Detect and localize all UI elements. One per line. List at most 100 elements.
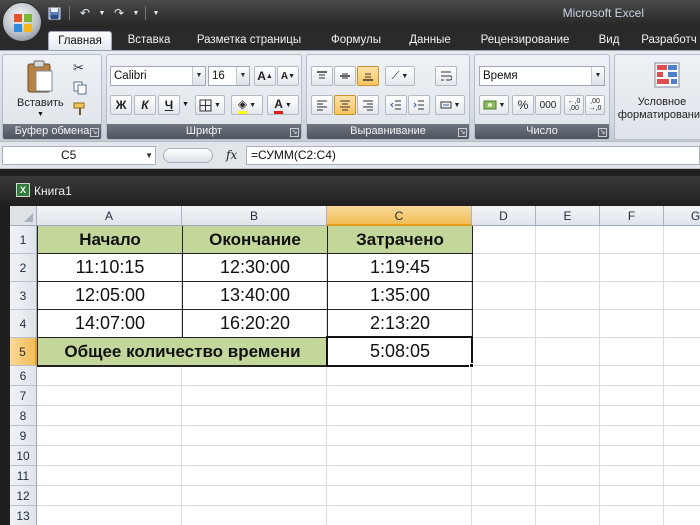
undo-icon[interactable]: ↶ — [75, 4, 95, 22]
tab-developer[interactable]: Разработч — [638, 31, 700, 50]
percent-button[interactable]: % — [512, 95, 534, 115]
chevron-down-icon[interactable]: ▼ — [98, 4, 106, 22]
office-button[interactable] — [2, 2, 42, 42]
row-header-7[interactable]: 7 — [10, 386, 37, 406]
font-size-select[interactable]: 16 ▼ — [208, 66, 250, 86]
fill-handle[interactable] — [469, 363, 474, 368]
tab-home[interactable]: Главная — [48, 31, 112, 50]
row-header-12[interactable]: 12 — [10, 486, 37, 506]
align-top-button[interactable] — [311, 66, 333, 86]
table-cell[interactable]: 2:13:20 — [328, 310, 473, 338]
total-label-cell[interactable]: Общее количество времени — [38, 338, 328, 366]
save-icon[interactable] — [44, 4, 64, 22]
total-value-cell[interactable]: 5:08:05 — [328, 338, 473, 366]
row-header-5[interactable]: 5 — [10, 338, 37, 366]
merge-center-button[interactable]: ▼ — [435, 95, 465, 115]
row-header-6[interactable]: 6 — [10, 366, 37, 386]
row-header-2[interactable]: 2 — [10, 254, 37, 282]
table-header-cell[interactable]: Затрачено — [328, 226, 473, 254]
chevron-down-icon[interactable]: ▼ — [192, 67, 205, 85]
paste-button-label[interactable]: Вставить — [17, 97, 64, 109]
insert-function-icon[interactable]: fx — [226, 148, 237, 162]
align-bottom-button[interactable] — [357, 66, 379, 86]
align-center-button[interactable] — [334, 95, 356, 115]
dialog-launcher-icon[interactable]: ↘ — [458, 128, 467, 137]
cut-icon[interactable]: ✂ — [73, 60, 84, 76]
column-header-a[interactable]: A — [37, 206, 182, 226]
customize-toolbar-icon[interactable]: ▼ — [151, 4, 161, 22]
align-left-button[interactable] — [311, 95, 333, 115]
row-header-3[interactable]: 3 — [10, 282, 37, 310]
dialog-launcher-icon[interactable]: ↘ — [90, 128, 99, 137]
decrease-decimal-button[interactable]: ,00 →,0 — [585, 95, 605, 115]
column-header-f[interactable]: F — [600, 206, 664, 226]
number-format-select[interactable]: Время ▼ — [479, 66, 605, 86]
column-header-e[interactable]: E — [536, 206, 600, 226]
table-cell[interactable]: 12:05:00 — [38, 282, 183, 310]
tab-review[interactable]: Рецензирование — [468, 31, 582, 50]
shrink-font-button[interactable]: A ▼ — [277, 66, 299, 86]
redo-icon[interactable]: ↷ — [109, 4, 129, 22]
table-cell[interactable]: 14:07:00 — [38, 310, 183, 338]
select-all-button[interactable] — [10, 206, 37, 226]
increase-indent-button[interactable] — [408, 95, 430, 115]
font-name-select[interactable]: Calibri ▼ — [110, 66, 206, 86]
font-color-button[interactable]: A ▼ — [267, 95, 299, 115]
table-cell[interactable]: 16:20:20 — [183, 310, 328, 338]
table-header-cell[interactable]: Начало — [38, 226, 183, 254]
formula-input[interactable]: =СУММ(C2:C4) — [246, 146, 700, 165]
align-middle-button[interactable] — [334, 66, 356, 86]
formula-bar-splitter[interactable] — [163, 148, 213, 163]
chevron-down-icon[interactable]: ▼ — [591, 67, 604, 85]
thousands-separator-button[interactable]: 000 — [535, 95, 561, 115]
bold-button[interactable]: Ж — [110, 95, 132, 115]
row-header-9[interactable]: 9 — [10, 426, 37, 446]
dialog-launcher-icon[interactable]: ↘ — [598, 128, 607, 137]
chevron-down-icon[interactable]: ▼ — [132, 4, 140, 22]
increase-decimal-button[interactable]: ←,0,00 — [564, 95, 584, 115]
column-header-g[interactable]: G — [664, 206, 700, 226]
row-header-4[interactable]: 4 — [10, 310, 37, 338]
table-cell[interactable]: 11:10:15 — [38, 254, 183, 282]
row-header-10[interactable]: 10 — [10, 446, 37, 466]
orientation-button[interactable]: ⟋ ▼ — [385, 66, 415, 86]
table-cell[interactable]: 1:19:45 — [328, 254, 473, 282]
paste-dropdown-icon[interactable]: ▼ — [37, 111, 44, 118]
tab-view[interactable]: Вид — [590, 31, 628, 50]
column-header-b[interactable]: B — [182, 206, 327, 226]
chevron-down-icon[interactable]: ▼ — [182, 101, 189, 108]
currency-format-button[interactable]: ▼ — [479, 95, 509, 115]
tab-page-layout[interactable]: Разметка страницы — [186, 31, 312, 50]
row-header-8[interactable]: 8 — [10, 406, 37, 426]
table-header-cell[interactable]: Окончание — [183, 226, 328, 254]
worksheet-grid[interactable]: A B C D E F G 1 2 3 4 5 6 7 8 9 10 11 12… — [10, 206, 700, 525]
conditional-formatting-icon[interactable] — [653, 61, 681, 92]
dialog-launcher-icon[interactable]: ↘ — [290, 128, 299, 137]
tab-formulas[interactable]: Формулы — [318, 31, 394, 50]
chevron-down-icon[interactable]: ▼ — [145, 147, 153, 164]
italic-button[interactable]: К — [134, 95, 156, 115]
row-header-11[interactable]: 11 — [10, 466, 37, 486]
copy-icon[interactable] — [73, 81, 87, 98]
row-header-13[interactable]: 13 — [10, 506, 37, 525]
format-painter-icon[interactable] — [73, 102, 87, 119]
borders-button[interactable]: ▼ — [195, 95, 225, 115]
paste-icon[interactable] — [25, 59, 55, 95]
table-cell[interactable]: 1:35:00 — [328, 282, 473, 310]
tab-data[interactable]: Данные — [400, 31, 460, 50]
name-box[interactable]: C5 ▼ — [2, 146, 156, 165]
table-cell[interactable]: 13:40:00 — [183, 282, 328, 310]
column-header-c[interactable]: C — [327, 206, 472, 226]
decrease-indent-button[interactable] — [385, 95, 407, 115]
column-header-d[interactable]: D — [472, 206, 536, 226]
grow-font-button[interactable]: A ▲ — [254, 66, 276, 86]
underline-button[interactable]: Ч — [158, 95, 180, 115]
chevron-down-icon[interactable]: ▼ — [236, 67, 249, 85]
align-right-button[interactable] — [357, 95, 379, 115]
wrap-text-button[interactable] — [435, 66, 457, 86]
tab-insert[interactable]: Вставка — [118, 31, 180, 50]
row-header-1[interactable]: 1 — [10, 226, 37, 254]
fill-color-button[interactable]: ◈ ▼ — [231, 95, 263, 115]
conditional-formatting-button[interactable]: Условное форматирование — [615, 96, 700, 122]
table-cell[interactable]: 12:30:00 — [183, 254, 328, 282]
